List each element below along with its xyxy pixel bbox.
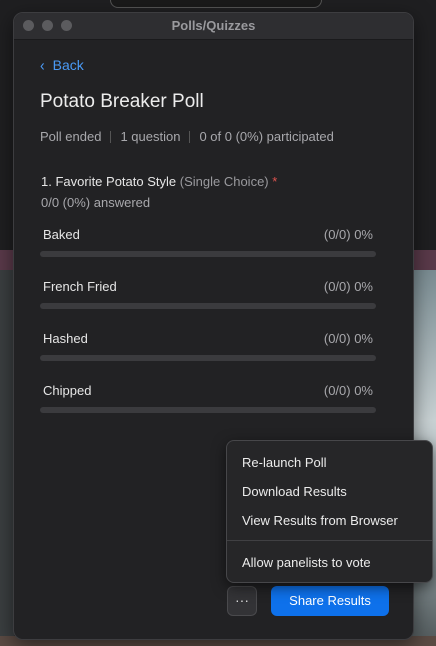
back-link[interactable]: ‹ Back — [40, 56, 84, 74]
option-label: French Fried — [43, 279, 117, 294]
question-type: (Single Choice) — [179, 174, 269, 189]
meta-divider — [110, 130, 112, 143]
window-title: Polls/Quizzes — [171, 18, 256, 33]
title-bar[interactable]: Polls/Quizzes — [14, 13, 413, 40]
menu-divider — [227, 540, 432, 541]
option-progress-bar — [40, 303, 376, 309]
back-label: Back — [52, 57, 84, 73]
question-count: 1 question — [120, 129, 181, 144]
option-result: (0/0) 0% — [323, 279, 373, 294]
option-result: (0/0) 0% — [323, 227, 373, 242]
poll-status: Poll ended — [40, 129, 102, 144]
poll-meta: Poll ended 1 question 0 of 0 (0%) partic… — [40, 129, 334, 144]
background-left-video — [0, 270, 14, 646]
option-result: (0/0) 0% — [323, 383, 373, 398]
chevron-left-icon: ‹ — [40, 56, 45, 74]
more-options-menu: Re-launch Poll Download Results View Res… — [226, 440, 433, 583]
option-label: Baked — [43, 227, 80, 242]
option-progress-bar — [40, 407, 376, 413]
share-results-button[interactable]: Share Results — [271, 586, 389, 616]
menu-item-allow-panelists-vote[interactable]: Allow panelists to vote — [242, 555, 371, 570]
menu-item-view-results-browser[interactable]: View Results from Browser — [242, 513, 398, 528]
answered-count: 0/0 (0%) answered — [41, 195, 151, 210]
meta-divider — [189, 130, 191, 143]
background-toolbar — [110, 0, 322, 8]
poll-title: Potato Breaker Poll — [40, 91, 204, 112]
required-marker: * — [272, 174, 278, 189]
option-label: Chipped — [43, 383, 92, 398]
menu-item-relaunch-poll[interactable]: Re-launch Poll — [242, 455, 327, 470]
option-label: Hashed — [43, 331, 88, 346]
menu-item-download-results[interactable]: Download Results — [242, 484, 347, 499]
option-progress-bar — [40, 251, 376, 257]
participation: 0 of 0 (0%) participated — [199, 129, 334, 144]
question-text: 1. Favorite Potato Style — [41, 174, 177, 189]
question-title: 1. Favorite Potato Style (Single Choice)… — [41, 174, 277, 189]
more-options-button[interactable]: ··· — [227, 586, 257, 616]
option-result: (0/0) 0% — [323, 331, 373, 346]
option-progress-bar — [40, 355, 376, 361]
